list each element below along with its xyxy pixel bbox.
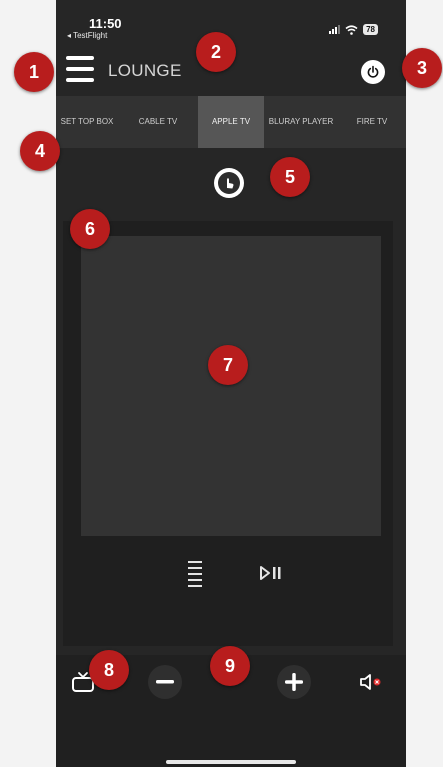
home-indicator: [166, 760, 296, 764]
plus-icon[interactable]: [277, 665, 311, 699]
signal-icon: [329, 25, 341, 34]
tab-cable-tv[interactable]: CABLE TV: [118, 96, 198, 148]
back-to-testflight-link[interactable]: ◂ TestFlight: [67, 31, 107, 40]
minus-icon[interactable]: [148, 665, 182, 699]
room-title[interactable]: LOUNGE: [108, 61, 182, 81]
annotation-badge-7: 7: [208, 345, 248, 385]
annotation-badge-5: 5: [270, 157, 310, 197]
tab-bluray-player[interactable]: BLURAY PLAYER: [264, 96, 338, 148]
annotation-badge-3: 3: [402, 48, 442, 88]
wifi-icon: [345, 24, 358, 35]
play-pause-icon[interactable]: [258, 563, 288, 583]
touchpad[interactable]: [81, 236, 381, 536]
tab-set-top-box[interactable]: SET TOP BOX: [56, 96, 118, 148]
annotation-badge-8: 8: [89, 650, 129, 690]
status-icons: 78: [329, 24, 378, 35]
hand-pointer-icon[interactable]: [214, 168, 244, 198]
status-time: 11:50: [89, 16, 122, 31]
annotation-badge-1: 1: [14, 52, 54, 92]
battery-indicator: 78: [363, 24, 378, 35]
power-icon[interactable]: [361, 60, 385, 84]
remote-panel: [63, 221, 393, 646]
tab-apple-tv[interactable]: APPLE TV: [198, 96, 264, 148]
annotation-badge-4: 4: [20, 131, 60, 171]
mute-icon[interactable]: [356, 669, 386, 695]
hamburger-icon[interactable]: [66, 56, 94, 82]
tab-fire-tv[interactable]: FIRE TV: [338, 96, 406, 148]
annotation-badge-2: 2: [196, 32, 236, 72]
annotation-badge-9: 9: [210, 646, 250, 686]
annotation-badge-6: 6: [70, 209, 110, 249]
list-icon[interactable]: [188, 561, 202, 589]
device-tabs: SET TOP BOX CABLE TV APPLE TV BLURAY PLA…: [56, 96, 406, 148]
